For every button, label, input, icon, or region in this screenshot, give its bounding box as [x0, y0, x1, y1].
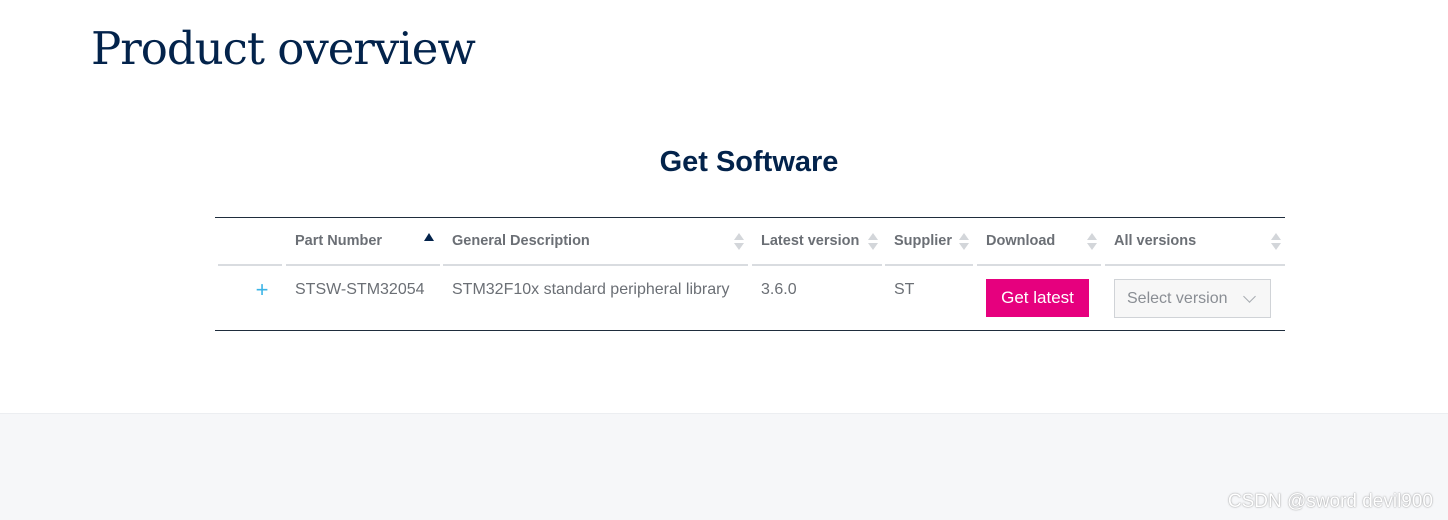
watermark: CSDN @sword devil900 — [1227, 491, 1433, 512]
sort-icon[interactable] — [959, 233, 969, 251]
column-header-label: All versions — [1114, 233, 1197, 249]
column-header-download[interactable]: Download — [977, 218, 1101, 266]
column-header-all-versions[interactable]: All versions — [1105, 218, 1285, 266]
section-title: Get Software — [659, 146, 839, 178]
version-select[interactable]: Select version — [1114, 279, 1271, 318]
column-header-general-description[interactable]: General Description — [443, 218, 748, 266]
column-header-part-number[interactable]: Part Number — [286, 218, 440, 266]
get-latest-button[interactable]: Get latest — [986, 279, 1089, 317]
table-bottom-rule — [215, 330, 1285, 331]
column-header-label: Download — [986, 233, 1056, 249]
column-header-expand — [218, 218, 282, 266]
cell-latest-version: 3.6.0 — [761, 281, 797, 298]
chevron-down-icon — [1243, 290, 1256, 303]
column-header-label: Latest version — [761, 233, 860, 249]
sort-ascending-icon[interactable] — [424, 233, 434, 241]
column-header-latest-version[interactable]: Latest version — [752, 218, 882, 266]
column-header-label: Supplier — [894, 233, 953, 249]
version-select-placeholder: Select version — [1127, 289, 1228, 307]
expand-row-icon[interactable]: + — [252, 277, 272, 303]
column-header-label: Part Number — [295, 233, 383, 249]
sort-icon[interactable] — [734, 233, 744, 251]
column-header-supplier[interactable]: Supplier — [885, 218, 973, 266]
cell-description: STM32F10x standard peripheral library — [452, 281, 730, 298]
content-area: Product overview Get Software Part Numbe… — [0, 0, 1448, 413]
software-table: Part Number General Description Latest v… — [215, 217, 1285, 332]
sort-icon[interactable] — [1087, 233, 1097, 251]
page-title: Product overview — [91, 22, 476, 75]
sort-icon[interactable] — [868, 233, 878, 251]
column-header-label: General Description — [452, 233, 590, 249]
cell-supplier: ST — [894, 281, 915, 298]
sort-icon[interactable] — [1271, 233, 1281, 251]
cell-part-number: STSW-STM32054 — [295, 281, 425, 298]
